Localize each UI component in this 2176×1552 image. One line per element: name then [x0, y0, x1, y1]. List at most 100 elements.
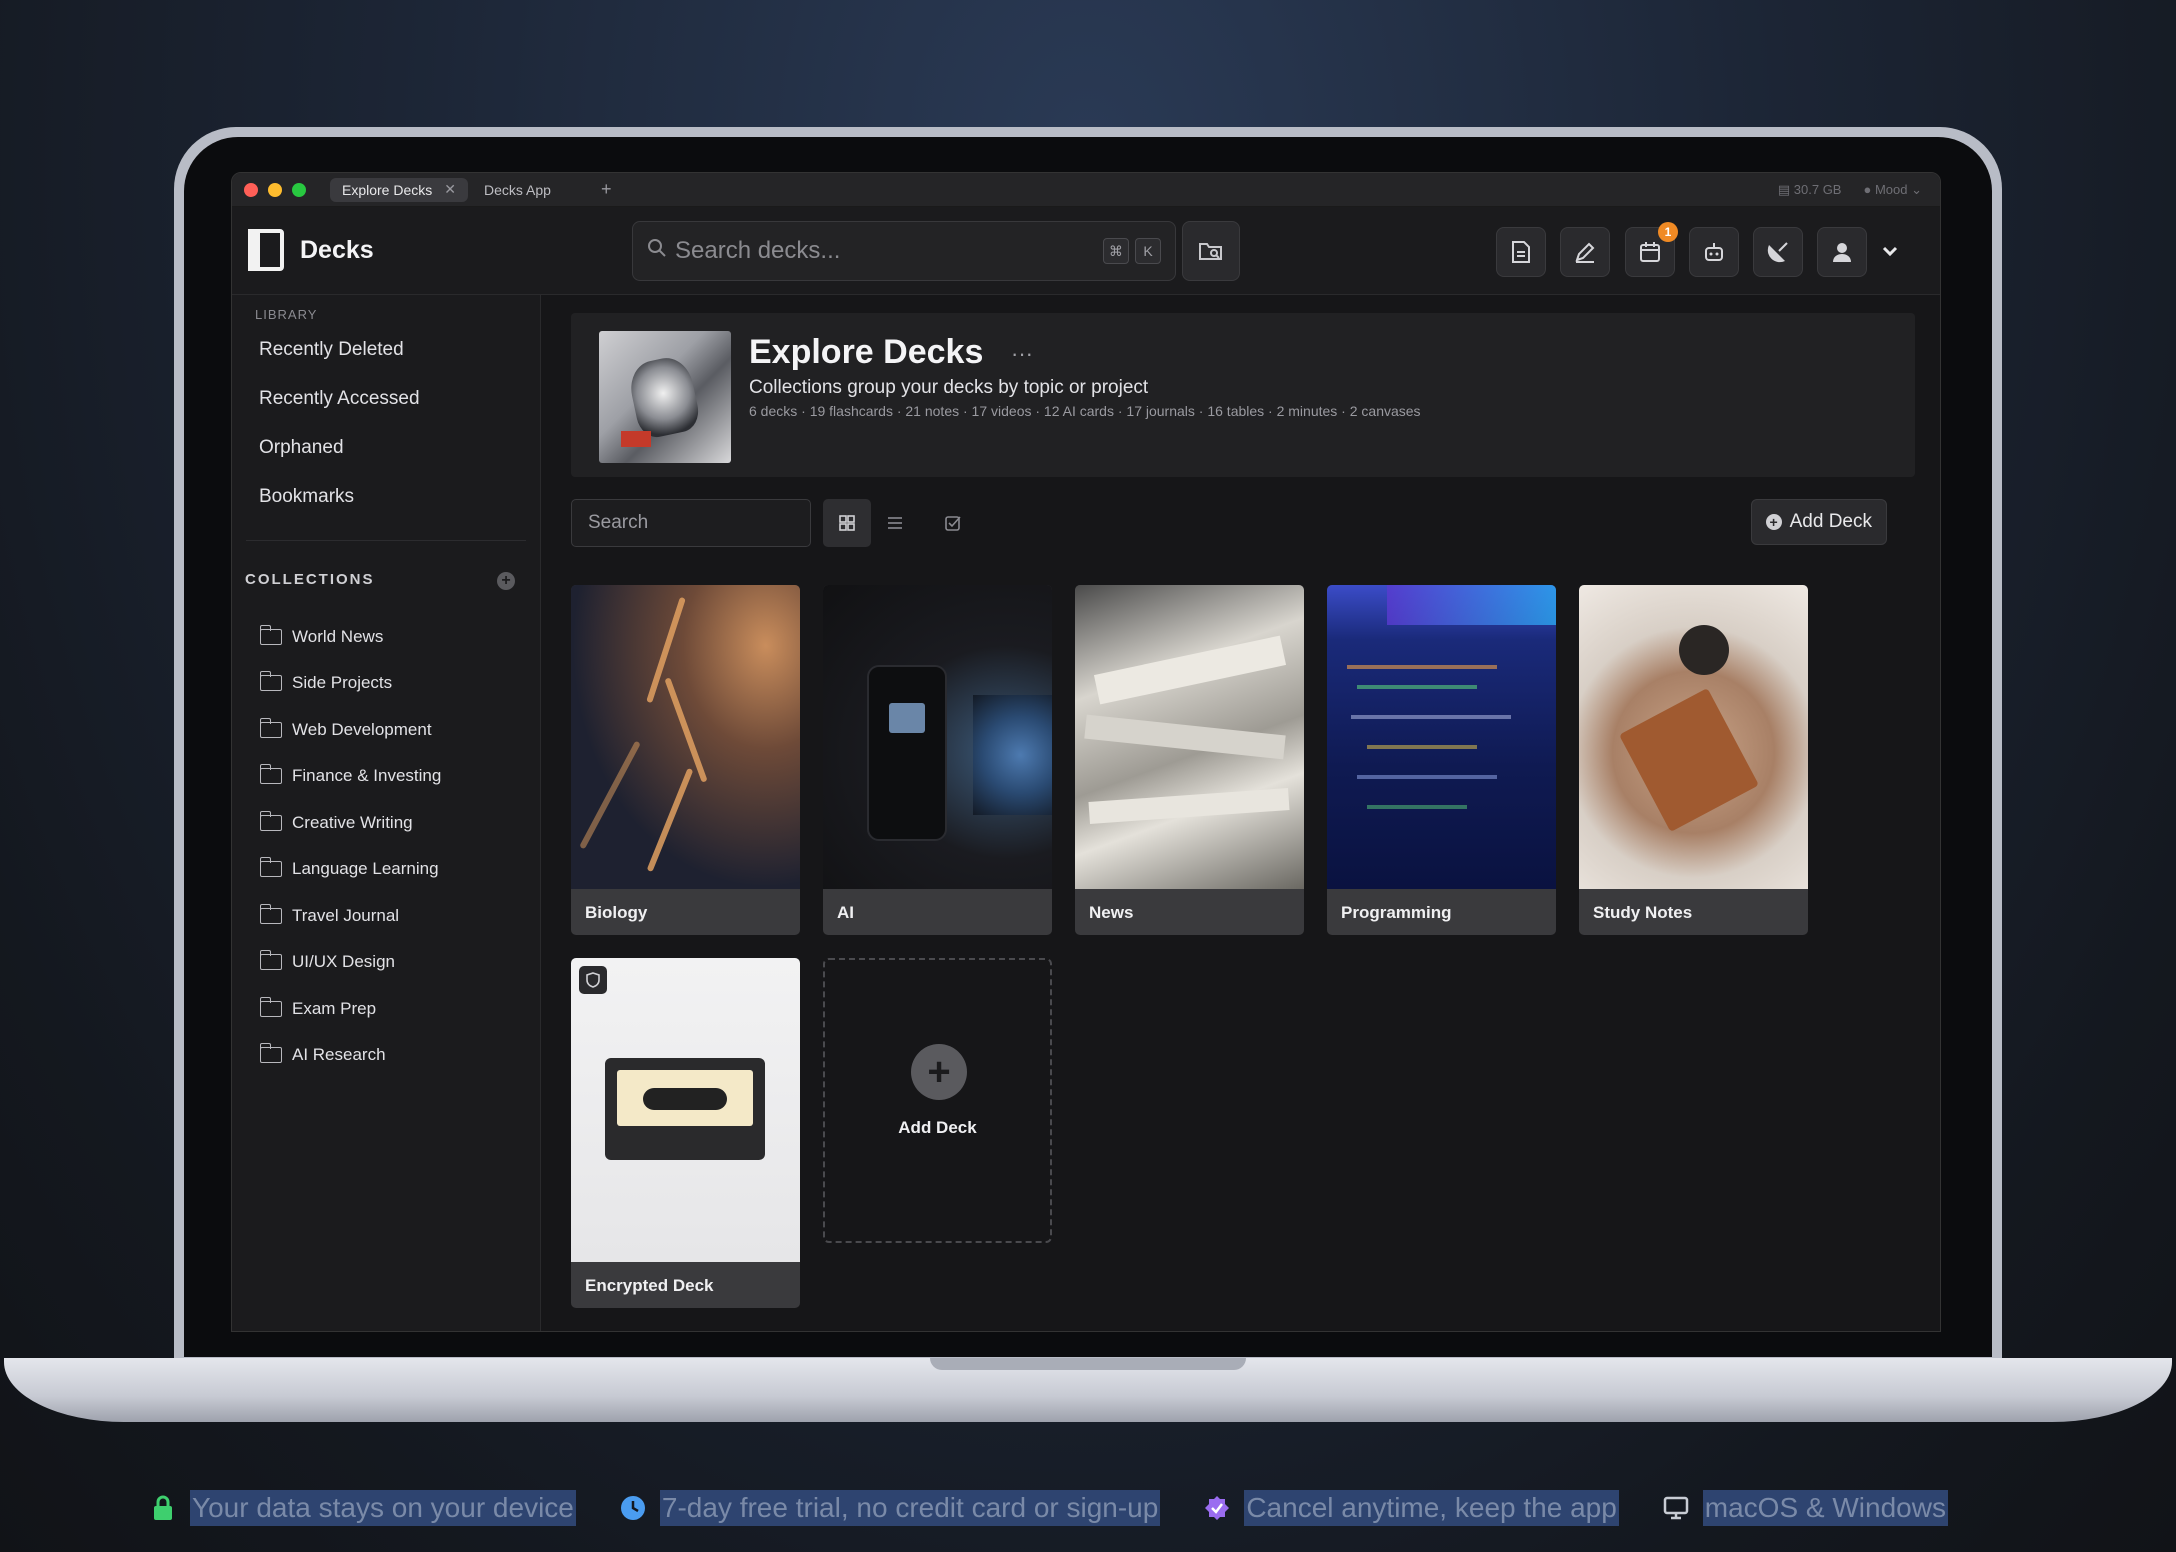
account-button[interactable]	[1817, 227, 1867, 277]
new-tab-button[interactable]: +	[601, 179, 612, 200]
benefit-text: macOS & Windows	[1702, 1490, 1948, 1526]
select-mode-button[interactable]	[929, 499, 977, 547]
verified-check-icon	[1204, 1495, 1230, 1521]
collection-item-side-projects[interactable]: Side Projects	[259, 671, 392, 693]
collection-label: World News	[292, 627, 384, 646]
collections-section-label: COLLECTIONS	[245, 571, 375, 588]
document-icon	[1512, 241, 1530, 263]
collection-item-travel-journal[interactable]: Travel Journal	[259, 904, 399, 926]
ai-assistant-button[interactable]	[1689, 227, 1739, 277]
calendar-icon	[1640, 242, 1660, 262]
monitor-icon	[1663, 1495, 1689, 1521]
shortcut-k-key: K	[1135, 238, 1161, 264]
account-menu-chevron-icon[interactable]	[1880, 241, 1900, 261]
deck-card-biology[interactable]: Biology	[571, 585, 800, 935]
deck-card-study-notes[interactable]: Study Notes	[1579, 585, 1808, 935]
collection-item-creative-writing[interactable]: Creative Writing	[259, 811, 413, 833]
shortcut-cmd-key: ⌘	[1103, 238, 1129, 264]
search-folder-button[interactable]	[1182, 221, 1240, 281]
benefit-privacy: Your data stays on your device	[150, 1490, 576, 1526]
add-deck-card-label: Add Deck	[898, 1118, 977, 1137]
satellite-dish-icon	[1767, 242, 1788, 263]
clock-icon	[620, 1495, 646, 1521]
sidebar-divider	[246, 540, 526, 541]
deck-cover-image	[1579, 585, 1808, 889]
folder-icon	[259, 625, 282, 645]
more-options-button[interactable]: ···	[1011, 341, 1033, 367]
add-collection-button[interactable]: +	[497, 572, 515, 590]
user-icon	[1833, 243, 1851, 262]
close-window-button[interactable]	[244, 182, 258, 197]
mood-selector[interactable]: ● Mood ⌄	[1863, 182, 1922, 198]
deck-card-ai[interactable]: AI	[823, 585, 1052, 935]
shield-lock-icon	[579, 966, 607, 994]
collection-item-ai-research[interactable]: AI Research	[259, 1043, 386, 1065]
tab-explore-decks[interactable]: Explore Decks ✕	[330, 177, 468, 202]
storage-indicator: ▤ 30.7 GB	[1777, 182, 1842, 197]
collection-description: Collections group your decks by topic or…	[749, 377, 1149, 398]
collection-item-language-learning[interactable]: Language Learning	[259, 857, 439, 879]
sidebar-item-bookmarks[interactable]: Bookmarks	[259, 486, 354, 508]
satellite-button[interactable]	[1753, 227, 1803, 277]
plus-circle-icon: +	[911, 1044, 967, 1100]
app-logo[interactable]: Decks	[248, 229, 374, 271]
calendar-button[interactable]: 1	[1625, 222, 1678, 277]
deck-card-news[interactable]: News	[1075, 585, 1304, 935]
deck-cover-image	[1327, 585, 1556, 889]
collection-item-world-news[interactable]: World News	[259, 625, 384, 647]
deck-title: News	[1089, 903, 1134, 922]
collection-label: Exam Prep	[292, 999, 377, 1018]
close-tab-icon[interactable]: ✕	[444, 181, 456, 198]
deck-toolbar: Search + Add Deck	[571, 499, 1915, 547]
list-view-button[interactable]	[871, 499, 919, 547]
deck-cover-image	[1075, 585, 1304, 889]
lock-icon	[150, 1495, 176, 1521]
benefit-text: 7-day free trial, no credit card or sign…	[659, 1490, 1161, 1526]
folder-icon	[259, 904, 282, 924]
benefit-trial: 7-day free trial, no credit card or sign…	[620, 1490, 1161, 1526]
collection-label: Creative Writing	[292, 813, 413, 832]
new-note-button[interactable]	[1496, 227, 1546, 277]
benefit-text: Cancel anytime, keep the app	[1244, 1490, 1619, 1526]
collection-item-exam-prep[interactable]: Exam Prep	[259, 997, 377, 1019]
collection-label: AI Research	[292, 1045, 386, 1064]
deck-title: Study Notes	[1593, 903, 1693, 922]
robot-icon	[1705, 243, 1723, 261]
deck-cover-image	[571, 958, 800, 1262]
search-input[interactable]: Search decks... ⌘ K	[632, 221, 1176, 281]
edit-button[interactable]	[1560, 227, 1610, 277]
grid-view-button[interactable]	[823, 499, 871, 547]
add-deck-button[interactable]: + Add Deck	[1750, 499, 1887, 545]
collection-item-web-development[interactable]: Web Development	[259, 718, 432, 740]
collection-header: Explore Decks ··· Collections group your…	[571, 313, 1915, 477]
collection-cover-image[interactable]	[599, 331, 731, 463]
tab-decks-app[interactable]: Decks App	[472, 178, 563, 202]
folder-icon	[259, 764, 282, 784]
benefit-text: Your data stays on your device	[190, 1490, 576, 1526]
deck-search-input[interactable]: Search	[571, 499, 811, 547]
decks-logo-icon	[248, 229, 284, 271]
sidebar-item-orphaned[interactable]: Orphaned	[259, 437, 344, 459]
deck-card-encrypted-deck[interactable]: Encrypted Deck	[571, 958, 800, 1308]
minimize-window-button[interactable]	[268, 182, 282, 197]
benefit-platforms: macOS & Windows	[1663, 1490, 1948, 1526]
sidebar-item-recently-accessed[interactable]: Recently Accessed	[259, 388, 420, 410]
cassette-image	[605, 1058, 765, 1160]
add-deck-card[interactable]: + Add Deck	[823, 958, 1052, 1243]
tab-label: Decks App	[484, 181, 551, 198]
sidebar-item-recently-deleted[interactable]: Recently Deleted	[259, 339, 404, 361]
deck-card-programming[interactable]: Programming	[1327, 585, 1556, 935]
benefits-bar: Your data stays on your device 7-day fre…	[150, 1488, 1948, 1528]
deck-title: Biology	[585, 903, 648, 922]
folder-icon	[259, 811, 282, 831]
deck-search-placeholder: Search	[588, 512, 649, 533]
app-header: Decks Search decks... ⌘ K 1	[232, 207, 1940, 295]
maximize-window-button[interactable]	[292, 182, 306, 197]
tab-label: Explore Decks	[342, 181, 433, 198]
folder-icon	[259, 1043, 282, 1063]
collection-label: UI/UX Design	[292, 952, 395, 971]
titlebar: Explore Decks ✕ Decks App + ▤ 30.7 GB ● …	[232, 173, 1940, 207]
collection-item-ui-ux-design[interactable]: UI/UX Design	[259, 950, 395, 972]
collection-item-finance-investing[interactable]: Finance & Investing	[259, 764, 442, 786]
collection-label: Finance & Investing	[292, 766, 442, 785]
